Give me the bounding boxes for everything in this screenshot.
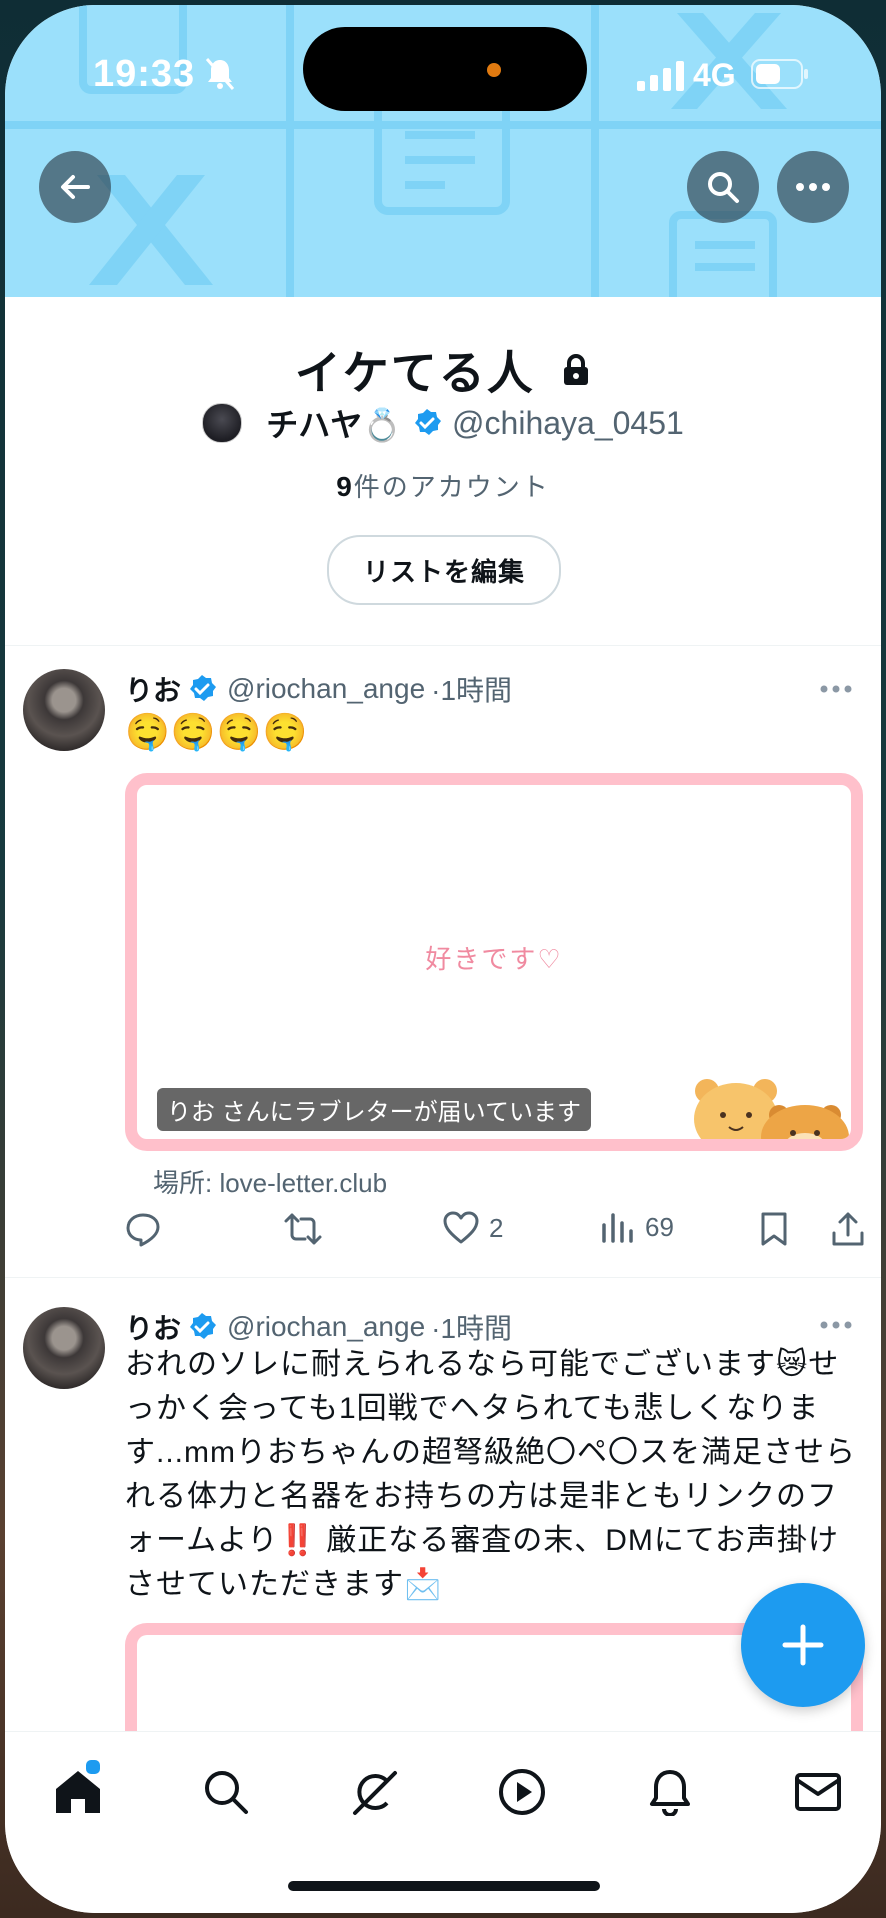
nav-grok[interactable] bbox=[344, 1762, 404, 1822]
member-count[interactable]: 9件のアカウント bbox=[5, 467, 881, 504]
author-avatar[interactable] bbox=[23, 1307, 105, 1389]
nav-video[interactable] bbox=[492, 1762, 552, 1822]
author-handle[interactable]: @riochan_ange bbox=[227, 1311, 425, 1343]
tweet-header: りお @riochan_ange ·1時間 bbox=[125, 1307, 512, 1347]
nav-search[interactable] bbox=[196, 1762, 256, 1822]
like-count: 2 bbox=[489, 1212, 504, 1243]
grok-icon bbox=[353, 1771, 397, 1815]
card-source[interactable]: 場所: love-letter.club bbox=[153, 1163, 387, 1200]
home-indicator bbox=[288, 1881, 600, 1891]
tweet-text: 🤤🤤🤤🤤 bbox=[125, 711, 309, 752]
owner-name[interactable]: チハヤ💍 bbox=[266, 400, 402, 446]
tweet-actions: 2 69 bbox=[125, 1211, 865, 1261]
tweet-time: ·1時間 bbox=[431, 1313, 513, 1344]
like-button[interactable]: 2 bbox=[443, 1211, 503, 1245]
silent-mode-icon bbox=[205, 58, 235, 90]
tweet-more-icon[interactable] bbox=[820, 1321, 852, 1329]
member-count-number: 9 bbox=[336, 471, 354, 502]
notification-dot bbox=[84, 1758, 102, 1776]
tweet[interactable]: りお @riochan_ange ·1時間 🤤🤤🤤🤤 好きです♡ りお さんにラ… bbox=[5, 645, 881, 1271]
card-title: 好きです♡ bbox=[425, 944, 563, 974]
reply-button[interactable] bbox=[125, 1211, 161, 1247]
arrow-left-icon bbox=[61, 175, 90, 199]
search-button[interactable] bbox=[687, 151, 759, 223]
mail-icon bbox=[795, 1773, 841, 1811]
search-icon bbox=[205, 1771, 248, 1814]
author-handle[interactable]: @riochan_ange bbox=[227, 673, 425, 705]
share-button[interactable] bbox=[831, 1211, 865, 1247]
tweet-header: りお @riochan_ange ·1時間 bbox=[125, 669, 512, 709]
list-owner[interactable]: チハヤ💍 @chihaya_0451 bbox=[5, 400, 881, 446]
owner-avatar[interactable] bbox=[202, 403, 243, 443]
author-name[interactable]: りお bbox=[125, 1307, 181, 1347]
owner-handle[interactable]: @chihaya_0451 bbox=[452, 405, 684, 442]
more-options-button[interactable] bbox=[777, 151, 849, 223]
heart-icon bbox=[443, 1211, 479, 1244]
card-caption: りお さんにラブレターが届いています bbox=[157, 1088, 591, 1131]
edit-list-button[interactable]: リストを編集 bbox=[327, 535, 561, 605]
bell-icon bbox=[650, 1770, 690, 1816]
plus-icon bbox=[782, 1624, 824, 1666]
bear-sticker-image bbox=[694, 1079, 849, 1139]
views-button[interactable]: 69 bbox=[601, 1211, 674, 1243]
signal-icon bbox=[637, 61, 684, 91]
dynamic-island bbox=[303, 27, 587, 111]
battery-icon bbox=[751, 59, 808, 89]
lock-icon bbox=[564, 354, 589, 385]
play-icon bbox=[499, 1769, 545, 1815]
bookmark-icon bbox=[761, 1212, 787, 1246]
analytics-icon bbox=[602, 1213, 633, 1243]
repost-button[interactable] bbox=[283, 1211, 323, 1247]
link-card[interactable]: 好きです♡ りお さんにラブレターが届いています bbox=[125, 773, 863, 1151]
author-name[interactable]: りお bbox=[125, 669, 181, 709]
bookmark-button[interactable] bbox=[759, 1211, 789, 1247]
verified-badge-icon bbox=[190, 1313, 217, 1339]
search-icon bbox=[708, 172, 739, 203]
reply-icon bbox=[126, 1213, 160, 1247]
list-title: イケてる人 bbox=[294, 347, 535, 399]
tweet-time: ·1時間 bbox=[431, 675, 513, 706]
nav-messages[interactable] bbox=[788, 1762, 848, 1822]
view-count: 69 bbox=[645, 1211, 674, 1242]
list-banner: 19:33 4G bbox=[5, 5, 881, 297]
member-count-label: 件のアカウント bbox=[353, 472, 550, 502]
tweet-more-icon[interactable] bbox=[820, 685, 852, 693]
back-button[interactable] bbox=[39, 151, 111, 223]
share-icon bbox=[832, 1212, 864, 1246]
tweet-text: おれのソレに耐えられるなら可能でございます😿せっかく会っても1回戦でヘタられても… bbox=[125, 1348, 856, 1601]
repost-icon bbox=[284, 1213, 322, 1245]
author-avatar[interactable] bbox=[23, 669, 105, 751]
network-label: 4G bbox=[693, 57, 736, 93]
nav-notifications[interactable] bbox=[640, 1762, 700, 1822]
more-horizontal-icon bbox=[796, 183, 830, 191]
verified-badge-icon bbox=[415, 409, 442, 435]
nav-home[interactable] bbox=[48, 1758, 108, 1822]
phone-screen: 19:33 4G イケてる人 チハヤ💍 @chihaya_0451 9件のアカウ… bbox=[5, 5, 881, 1913]
verified-badge-icon bbox=[190, 675, 217, 701]
list-title-row: イケてる人 bbox=[5, 337, 881, 403]
compose-button[interactable] bbox=[741, 1583, 865, 1707]
status-time: 19:33 bbox=[93, 53, 196, 95]
